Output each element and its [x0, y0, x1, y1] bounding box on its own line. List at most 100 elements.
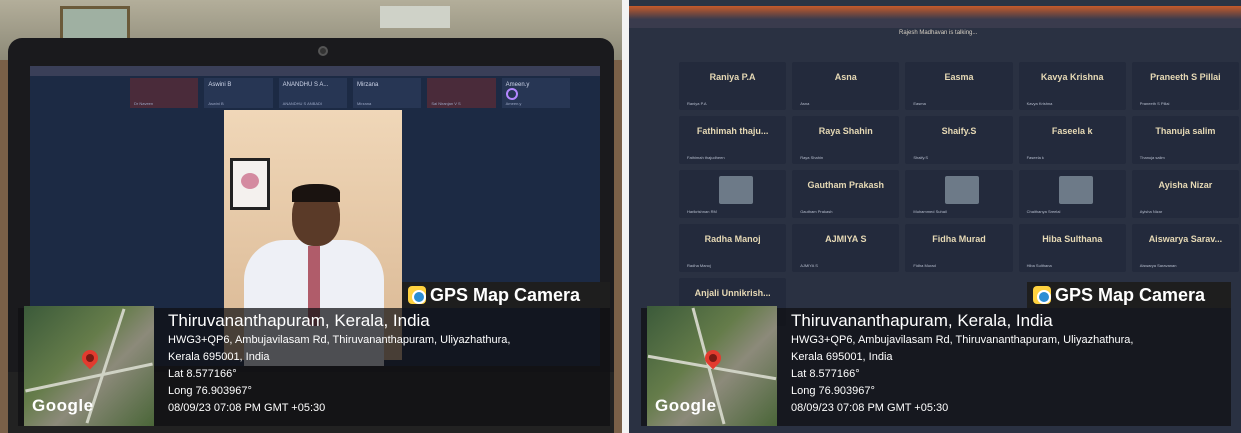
window: [380, 6, 450, 28]
address-line: HWG3+QP6, Ambujavilasam Rd, Thiruvananth…: [791, 334, 1134, 346]
talking-indicator: Rajesh Madhavan is talking...: [899, 30, 978, 36]
participant-tile[interactable]: Faseela k Faseela k: [1018, 116, 1126, 164]
participant-name: AJMIYA S: [825, 234, 867, 244]
participant-sub: Fathimah thajudheen: [687, 155, 725, 160]
participant-sub: Ameen.y: [505, 101, 522, 106]
participant-video: [1058, 176, 1093, 204]
google-logo: Google: [32, 396, 94, 415]
participant-sub: Raniya P.A: [687, 101, 707, 106]
more-participants-icon[interactable]: [506, 88, 518, 100]
participant-name: Ameen.y: [505, 82, 530, 88]
participant-name: Raniya P.A: [709, 72, 756, 82]
window: [60, 6, 130, 42]
participant-tile[interactable]: Radha Manoj Radha Manoj: [679, 224, 787, 272]
participant-sub: Easma: [913, 101, 926, 106]
gps-camera-icon: [408, 286, 426, 304]
participant-name: Fidha Murad: [932, 234, 986, 244]
participant-grid: Raniya P.A Raniya P.A Asna Asna Easma Easma Ka…: [679, 62, 1239, 326]
participant-name: Asna: [834, 72, 857, 82]
participant-sub: ANANDHU S ANBADI: [282, 101, 322, 106]
participant-name: Fathimah thaju...: [696, 126, 769, 136]
gps-info-panel: Google Thiruvananthapuram, Kerala, India…: [641, 306, 1231, 426]
participant-tile[interactable]: Raya Shahin Raya Shahin: [792, 116, 900, 164]
participant-name: Mirzana: [356, 82, 379, 88]
participant-tile[interactable]: Asna Asna: [792, 62, 900, 110]
participant-tile[interactable]: Sai Niranjan V S: [427, 78, 496, 108]
participant-sub: Mirzana: [356, 101, 372, 106]
place-name: Thiruvananthapuram, Kerala, India: [791, 311, 1053, 330]
participant-sub: Faseela k: [1026, 155, 1044, 160]
wall-picture: [230, 158, 270, 210]
participant-tile[interactable]: Fidha Murad Fidha Murad: [905, 224, 1013, 272]
address-line: HWG3+QP6, Ambujavilasam Rd, Thiruvananth…: [168, 334, 511, 346]
latitude: Lat 8.577166°: [791, 368, 860, 380]
participant-tile[interactable]: Mirzana Mirzana: [352, 78, 422, 108]
participant-sub: Dr Naveen: [134, 101, 154, 106]
participant-name: Kavya Krishna: [1040, 72, 1104, 82]
participant-tile[interactable]: Hiba Sulthana Hiba Sulthana: [1018, 224, 1126, 272]
gps-badge-label: GPS Map Camera: [430, 284, 581, 305]
place-name: Thiruvananthapuram, Kerala, India: [168, 311, 430, 330]
participant-tile[interactable]: Chaithanya Sreelal: [1018, 170, 1126, 218]
gps-badge: GPS Map Camera: [402, 282, 610, 308]
participant-sub: AJMIYA S: [800, 263, 818, 268]
participant-sub: Fidha Murad: [913, 263, 936, 268]
participant-name: Praneeth S Pillai: [1150, 72, 1221, 82]
participant-name: Thanuja salim: [1155, 126, 1216, 136]
participant-sub: Radha Manoj: [687, 263, 711, 268]
address-line: Kerala 695001, India: [168, 351, 270, 363]
longitude: Long 76.903967°: [791, 385, 875, 397]
participant-tile[interactable]: Fathimah thaju... Fathimah thajudheen: [679, 116, 787, 164]
participant-tile[interactable]: Thanuja salim Thanuja salim: [1131, 116, 1239, 164]
participant-video: [945, 176, 980, 204]
participant-name: Ayisha Nizar: [1158, 180, 1213, 190]
participant-strip: Dr Naveen Aswini B Aswini B ANANDHU S A..…: [130, 78, 570, 108]
participant-sub: Raya Shahin: [800, 155, 824, 160]
webcam: [318, 46, 328, 56]
latitude: Lat 8.577166°: [168, 368, 237, 380]
participant-tile[interactable]: Aswini B Aswini B: [204, 78, 273, 108]
participant-tile[interactable]: Praneeth S Pillai Praneeth S Pillai: [1131, 62, 1239, 110]
location-info: Thiruvananthapuram, Kerala, India HWG3+Q…: [168, 310, 598, 417]
participant-sub: Aiswarya Saravanan: [1139, 263, 1177, 268]
participant-tile[interactable]: Aiswarya Sarav... Aiswarya Saravanan: [1131, 224, 1239, 272]
gps-camera-icon: [1033, 286, 1051, 304]
participant-sub: Kavya Krishna: [1026, 101, 1053, 106]
speaker-hair: [292, 184, 340, 202]
mini-map: Google: [24, 306, 154, 426]
participant-tile[interactable]: Raniya P.A Raniya P.A: [679, 62, 787, 110]
participant-name: ANANDHU S A...: [282, 82, 329, 88]
participant-tile[interactable]: Kavya Krishna Kavya Krishna: [1018, 62, 1126, 110]
address-line: Kerala 695001, India: [791, 351, 893, 363]
gps-badge: GPS Map Camera: [1027, 282, 1231, 308]
mini-map: Google: [647, 306, 777, 426]
photo-right: Rajesh Madhavan is talking... Raniya P.A…: [629, 0, 1241, 433]
google-logo: Google: [655, 396, 717, 415]
participant-tile[interactable]: ANANDHU S A... ANANDHU S ANBADI: [278, 78, 347, 108]
participant-sub: Aswini B: [208, 101, 224, 106]
timestamp: 08/09/23 07:08 PM GMT +05:30: [168, 402, 326, 414]
participant-tile[interactable]: Muhammed Suhail: [905, 170, 1013, 218]
participant-sub: Harikrishnan RM: [687, 209, 717, 214]
location-info: Thiruvananthapuram, Kerala, India HWG3+Q…: [791, 310, 1221, 417]
participant-tile[interactable]: Easma Easma: [905, 62, 1013, 110]
participant-tile[interactable]: Ayisha Nizar Ayisha Nizar: [1131, 170, 1239, 218]
participant-name: Gautham Prakash: [807, 180, 885, 190]
photo-left: Dr Naveen Aswini B Aswini B ANANDHU S A..…: [0, 0, 622, 433]
participant-name: Faseela k: [1051, 126, 1093, 136]
participant-sub: Asna: [800, 101, 810, 106]
participant-name: Anjali Unnikrish...: [694, 288, 771, 298]
participant-name: Aswini B: [208, 82, 232, 88]
participant-sub: Muhammed Suhail: [913, 209, 947, 214]
participant-tile[interactable]: Dr Naveen: [130, 78, 199, 108]
gps-badge-label: GPS Map Camera: [1055, 284, 1206, 305]
participant-name: Shaify.S: [941, 126, 977, 136]
participant-sub: Shaify.S: [913, 155, 928, 160]
participant-tile[interactable]: AJMIYA S AJMIYA S: [792, 224, 900, 272]
participant-tile[interactable]: Shaify.S Shaify.S: [905, 116, 1013, 164]
participant-tile[interactable]: Gautham Prakash Gautham Prakash: [792, 170, 900, 218]
participant-sub: Thanuja salim: [1139, 155, 1165, 160]
participant-sub: Hiba Sulthana: [1026, 263, 1052, 268]
participant-tile[interactable]: Harikrishnan RM: [679, 170, 787, 218]
window-titlebar: [30, 66, 600, 76]
